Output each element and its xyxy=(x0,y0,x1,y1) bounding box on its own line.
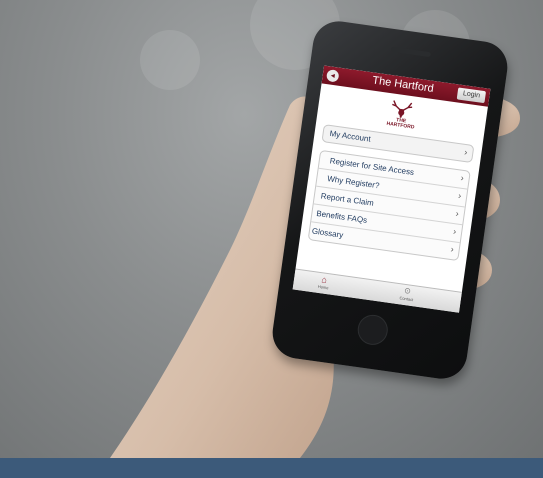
tab-contact[interactable]: ⊙ Contact xyxy=(392,284,422,303)
login-button[interactable]: Login xyxy=(456,87,487,104)
my-account-label: My Account xyxy=(329,129,372,144)
background-photo: ◂ The Hartford Login THE HARTFORD My Acc… xyxy=(0,0,543,458)
back-icon[interactable]: ◂ xyxy=(325,69,340,83)
footer-bar xyxy=(0,458,543,478)
chevron-right-icon: › xyxy=(455,208,460,219)
menu-item-label: Why Register? xyxy=(326,174,380,191)
tab-home[interactable]: ⌂ Home xyxy=(309,273,339,292)
chevron-right-icon: › xyxy=(463,146,469,158)
chevron-right-icon: › xyxy=(450,243,455,255)
phone-screen: ◂ The Hartford Login THE HARTFORD My Acc… xyxy=(292,65,491,313)
menu-item-label: Report a Claim xyxy=(320,191,375,208)
chevron-right-icon: › xyxy=(457,190,462,201)
chevron-right-icon: › xyxy=(460,172,465,184)
menu-item-label: Benefits FAQs xyxy=(315,208,368,225)
menu-list: Register for Site Access › Why Register?… xyxy=(307,149,471,262)
chevron-right-icon: › xyxy=(452,226,457,237)
menu-item-label: Glossary xyxy=(311,226,344,240)
